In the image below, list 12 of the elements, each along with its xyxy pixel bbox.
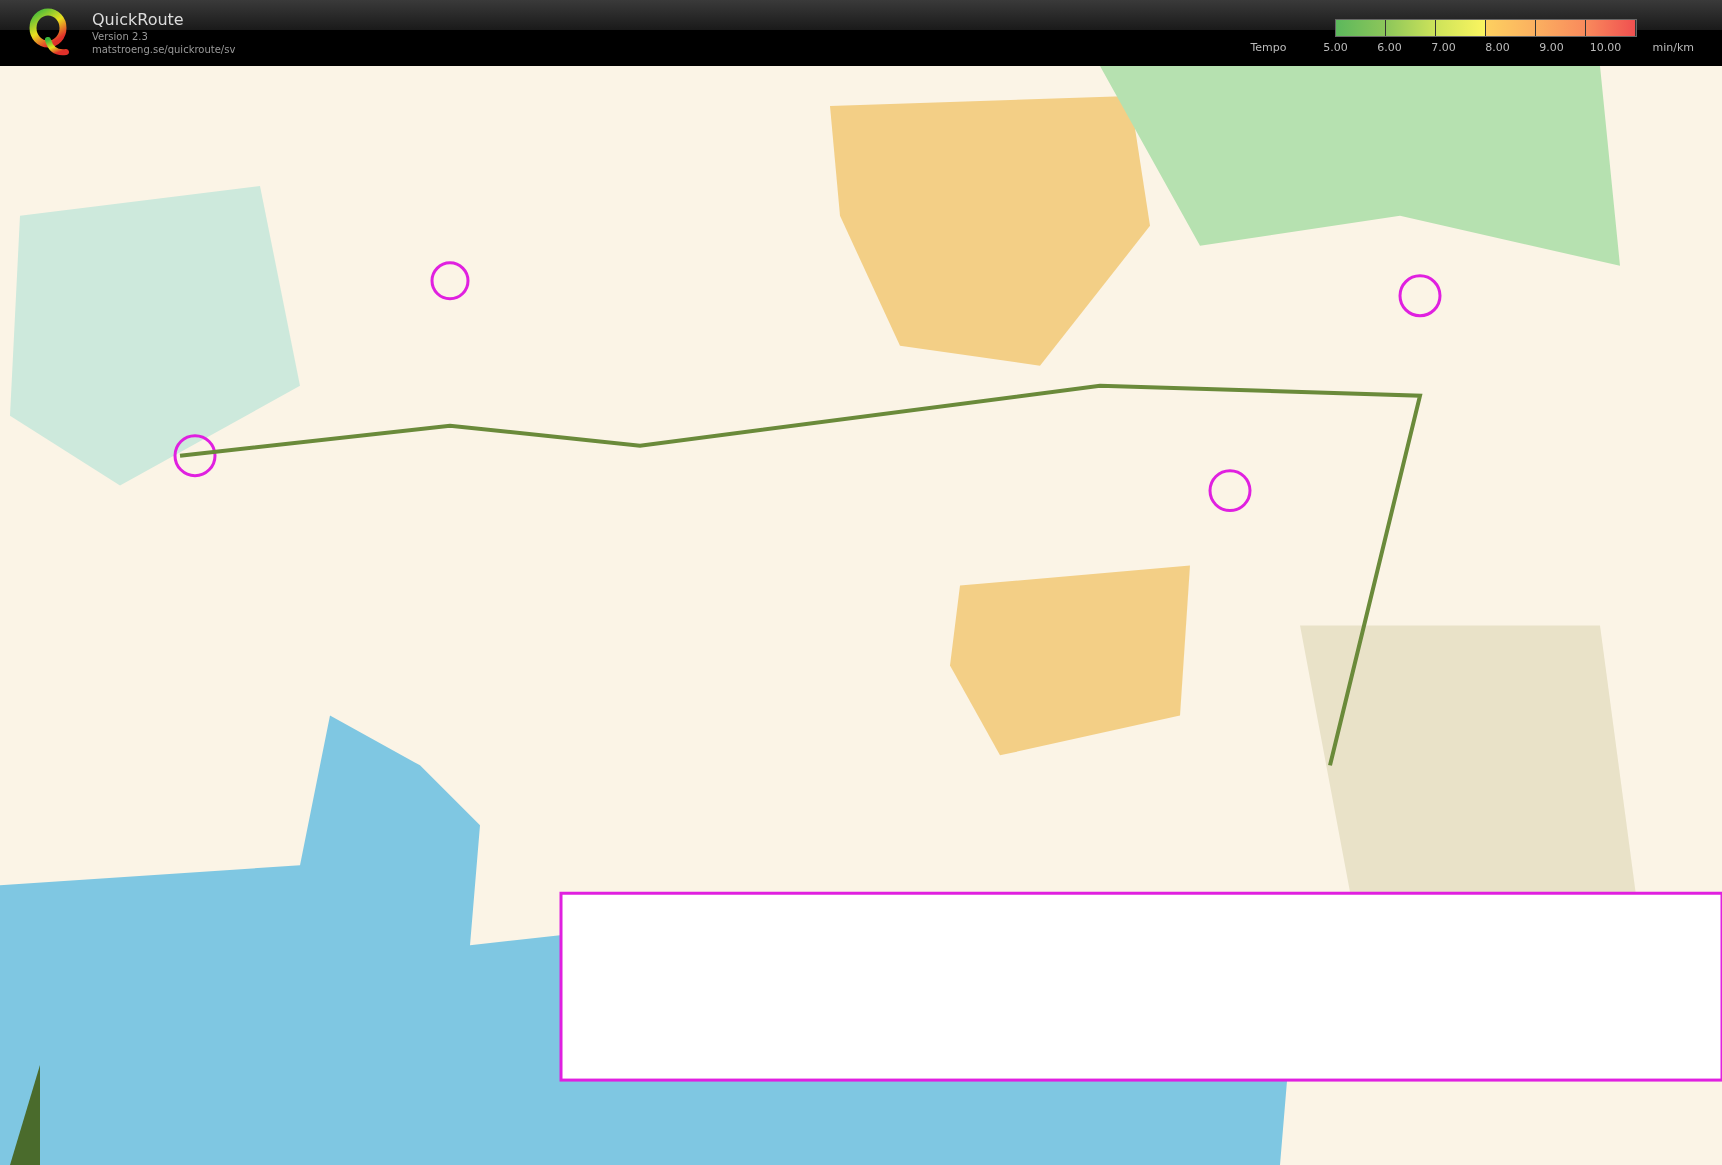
tempo-tick-label: 7.00 bbox=[1430, 40, 1457, 57]
unit-label: min/km bbox=[1652, 40, 1694, 57]
tempo-tick-label: 5.00 bbox=[1322, 40, 1349, 57]
logo-icon bbox=[28, 8, 70, 58]
tempo-tick-label: 8.00 bbox=[1484, 40, 1511, 57]
tempo-tick-label: 9.00 bbox=[1538, 40, 1565, 57]
website-link[interactable]: matstroeng.se/quickroute/sv bbox=[92, 43, 236, 56]
tempo-tick-label: 10.00 bbox=[1588, 40, 1623, 57]
tempo-label: Tempo bbox=[1250, 40, 1288, 57]
app-title: QuickRoute bbox=[92, 10, 185, 30]
version-text: Version 2.3 bbox=[92, 30, 149, 43]
tempo-tick-label: 6.00 bbox=[1376, 40, 1403, 57]
